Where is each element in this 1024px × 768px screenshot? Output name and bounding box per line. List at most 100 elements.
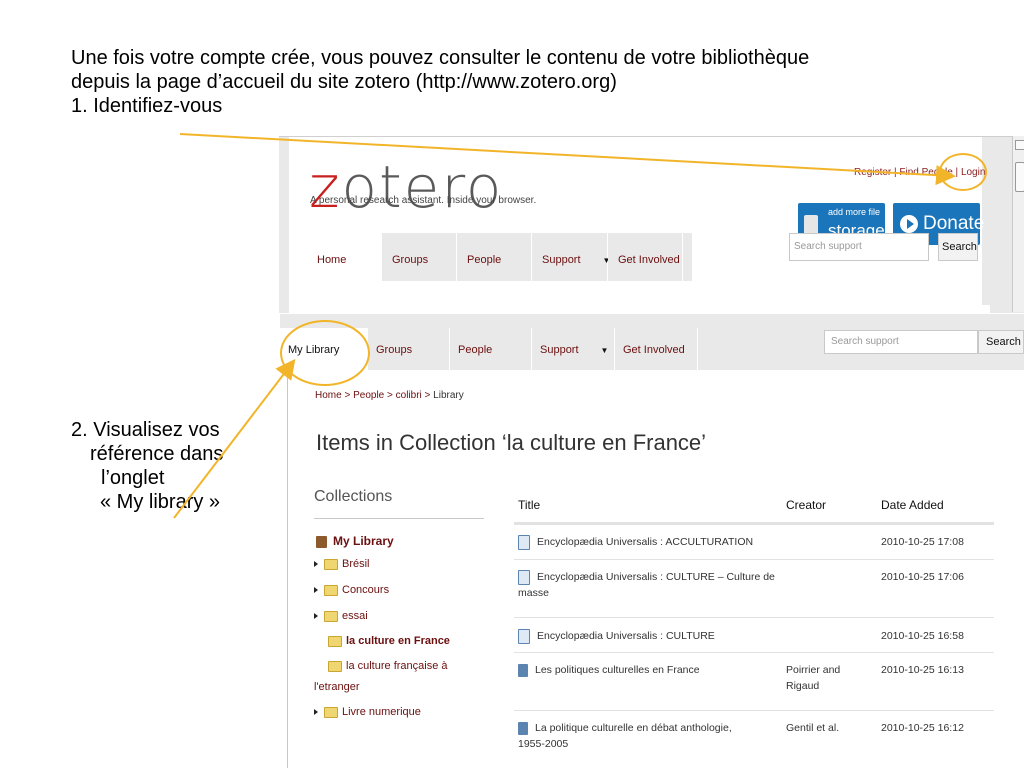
zotero-logo[interactable]: zotero (309, 157, 503, 217)
tab-get-involved[interactable]: Get Involved (615, 328, 698, 370)
collection-concours[interactable]: Concours (314, 584, 389, 596)
page-gutter-left (279, 137, 289, 313)
tab-support-label: Support (542, 254, 581, 266)
search-input[interactable]: Search support (789, 233, 929, 261)
row-date: 2010-10-25 17:08 (881, 536, 964, 548)
document-icon (518, 628, 530, 644)
row-title[interactable]: Encyclopædia Universalis : CULTURE (518, 628, 778, 644)
tab-support[interactable]: Support ▼ (532, 328, 615, 370)
folder-icon (328, 660, 342, 672)
tab-people[interactable]: People (457, 233, 532, 281)
step2-line-1: 2. Visualisez vos (71, 419, 220, 441)
step2-line-4: « My library » (100, 491, 221, 513)
row-creator: Poirrier and Rigaud (786, 662, 840, 694)
column-header-title[interactable]: Title (518, 498, 540, 512)
collection-label-continued[interactable]: l'etranger (314, 681, 360, 693)
row-creator-text-2: Rigaud (786, 680, 820, 692)
page-title: Items in Collection ‘la culture en Franc… (316, 430, 707, 455)
collection-la-culture-francaise-etranger[interactable]: la culture française à (328, 660, 448, 672)
column-header-creator[interactable]: Creator (786, 498, 826, 512)
intro-text: Une fois votre compte crée, vous pouvez … (71, 46, 1021, 118)
intro-line-3: 1. Identifiez-vous (71, 95, 223, 117)
play-icon (900, 215, 918, 233)
breadcrumb-sep: > (384, 390, 396, 401)
scroll-up-icon[interactable] (1015, 140, 1024, 150)
login-highlight-circle (939, 153, 987, 191)
collection-label: essai (342, 610, 368, 622)
header-bottom (297, 305, 990, 313)
breadcrumb: Home > People > colibri > Library (315, 390, 464, 401)
step2-text: 2. Visualisez vos référence dans l’ongle… (71, 418, 223, 514)
table-row[interactable]: Les politiques culturelles en France Poi… (514, 653, 994, 711)
row-title-text: Encyclopædia Universalis : CULTURE (537, 630, 715, 642)
collection-label: la culture en France (346, 635, 450, 647)
tab-home[interactable]: Home (307, 233, 382, 281)
collection-label: Brésil (342, 558, 370, 570)
folder-icon (324, 610, 338, 622)
my-library-highlight-circle (280, 320, 370, 386)
row-title-text-2: masse (518, 587, 549, 599)
collections-heading: Collections (314, 488, 393, 505)
row-date: 2010-10-25 17:06 (881, 571, 964, 583)
folder-icon (324, 706, 338, 718)
row-title[interactable]: La politique culturelle en débat antholo… (518, 720, 778, 752)
table-row[interactable]: Encyclopædia Universalis : CULTURE – Cul… (514, 560, 994, 618)
row-title[interactable]: Les politiques culturelles en France (518, 662, 778, 678)
library-nav: My Library Groups People Support ▼ Get In… (280, 314, 1024, 370)
tab-support[interactable]: Support ▼ (532, 233, 610, 281)
document-icon (518, 534, 530, 550)
table-row[interactable]: Encyclopædia Universalis : ACCULTURATION… (514, 525, 994, 560)
scrollbar[interactable] (1012, 136, 1024, 312)
breadcrumb-people[interactable]: People (353, 390, 384, 401)
folder-icon (324, 584, 338, 596)
tab-groups[interactable]: Groups (382, 233, 457, 281)
table-row[interactable]: La politique culturelle en débat antholo… (514, 711, 994, 768)
expand-arrow-icon[interactable] (314, 561, 318, 568)
tab-support-label: Support (540, 344, 579, 356)
search-input[interactable]: Search support (824, 330, 978, 354)
row-creator: Gentil et al. (786, 722, 840, 734)
row-title[interactable]: Encyclopædia Universalis : ACCULTURATION (518, 534, 778, 550)
collection-bresil[interactable]: Brésil (314, 558, 370, 570)
breadcrumb-user[interactable]: colibri (396, 390, 422, 401)
row-title[interactable]: Encyclopædia Universalis : CULTURE – Cul… (518, 569, 778, 601)
row-date: 2010-10-25 16:12 (881, 722, 964, 734)
register-link[interactable]: Register (854, 167, 891, 178)
left-border (287, 370, 288, 768)
row-title-text: La politique culturelle en débat antholo… (535, 722, 732, 734)
breadcrumb-home[interactable]: Home (315, 390, 342, 401)
row-creator-text: Poirrier and (786, 664, 841, 676)
column-header-date-added[interactable]: Date Added (881, 498, 944, 512)
expand-arrow-icon[interactable] (314, 709, 318, 716)
collection-label: la culture française à (346, 660, 448, 672)
tab-people[interactable]: People (450, 328, 532, 370)
row-date: 2010-10-25 16:13 (881, 664, 964, 676)
collection-my-library[interactable]: My Library (316, 534, 394, 548)
search-button[interactable]: Search (978, 330, 1024, 354)
step2-line-2: référence dans (90, 443, 224, 465)
expand-arrow-icon[interactable] (314, 613, 318, 620)
tab-get-involved[interactable]: Get Involved (608, 233, 683, 281)
logo-rest: otero (341, 153, 504, 221)
tab-groups[interactable]: Groups (368, 328, 450, 370)
library-icon (316, 535, 327, 548)
step2-line-3: l’onglet (101, 467, 165, 489)
folder-icon (324, 558, 338, 570)
chevron-down-icon: ▼ (600, 346, 609, 355)
collection-essai[interactable]: essai (314, 610, 368, 622)
row-title-text-2: 1955-2005 (518, 738, 569, 750)
storage-small-text: add more file (828, 207, 881, 217)
library-page-screenshot: My Library Groups People Support ▼ Get In… (280, 314, 1024, 768)
collection-label: Livre numerique (342, 706, 421, 718)
expand-arrow-icon[interactable] (314, 587, 318, 594)
collection-livre-numerique[interactable]: Livre numerique (314, 706, 421, 718)
document-icon (518, 569, 530, 585)
breadcrumb-current: Library (433, 390, 464, 401)
search-button[interactable]: Search (938, 233, 978, 261)
collection-la-culture-en-france[interactable]: la culture en France (328, 635, 450, 647)
logo-z: z (309, 153, 342, 221)
table-row[interactable]: Encyclopædia Universalis : CULTURE 2010-… (514, 618, 994, 653)
scroll-thumb[interactable] (1015, 162, 1024, 192)
intro-line-2: depuis la page d’accueil du site zotero … (71, 71, 617, 93)
storage-icon (804, 215, 818, 235)
